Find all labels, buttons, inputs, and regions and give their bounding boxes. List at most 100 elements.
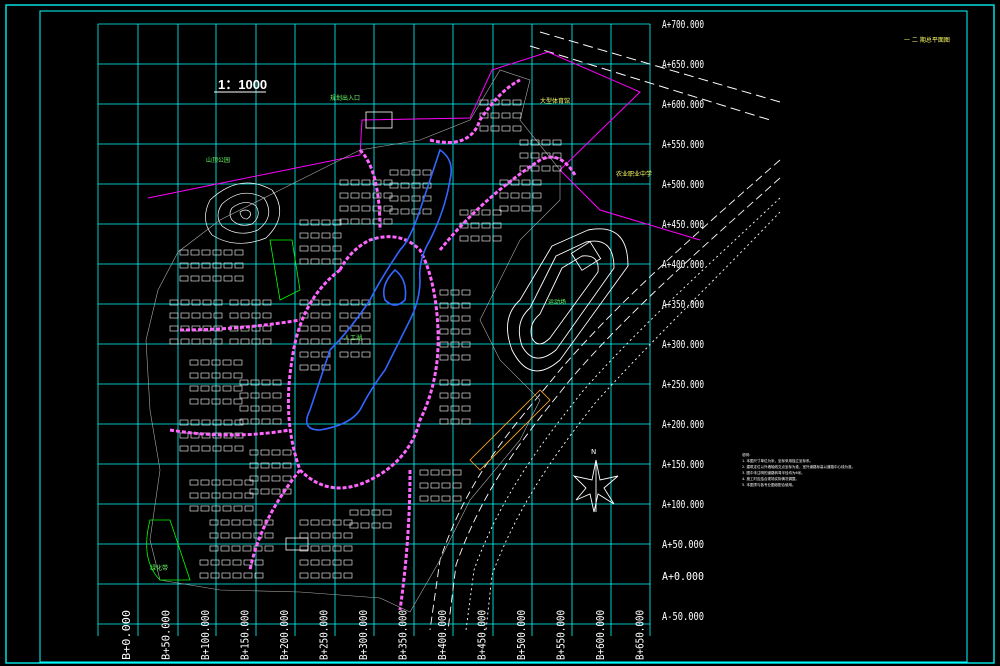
note-line: 5. 本图须与各专业图纸配合使用。 bbox=[742, 482, 795, 487]
building-footprint bbox=[299, 572, 309, 579]
building-footprint bbox=[321, 312, 331, 319]
b-axis-label: B+0.000 bbox=[120, 610, 133, 660]
building-footprint bbox=[253, 519, 263, 526]
building-footprint bbox=[264, 532, 274, 539]
scale-label: 1：1000 bbox=[218, 77, 267, 92]
building-footprint bbox=[240, 338, 250, 345]
building-footprint bbox=[169, 325, 179, 332]
drawing-notes: 说明：1. 本图尺寸单位为米，坐标采用独立坐标系。2. 建筑定位以外墙轴线交点坐… bbox=[742, 452, 855, 487]
building-footprint bbox=[189, 359, 199, 366]
building-footprint bbox=[339, 351, 349, 358]
running-track bbox=[507, 228, 629, 372]
building-footprint bbox=[233, 372, 243, 379]
building-footprint bbox=[189, 479, 199, 486]
a-axis-labels: A+700.000 A+650.000 A+600.000 A+550.000 A+50… bbox=[662, 18, 704, 623]
building-footprint bbox=[299, 325, 309, 332]
building-footprint bbox=[212, 445, 222, 452]
building-footprint bbox=[310, 351, 320, 358]
building-footprint bbox=[400, 208, 410, 215]
building-footprint bbox=[321, 545, 331, 552]
upper-road bbox=[529, 31, 781, 121]
building-footprint bbox=[461, 418, 471, 425]
building-footprint bbox=[220, 519, 230, 526]
lake bbox=[305, 148, 453, 431]
a-axis-label: A+600.000 bbox=[662, 98, 704, 111]
a-axis-label: A+200.000 bbox=[662, 418, 704, 431]
building-footprint bbox=[382, 522, 392, 529]
building-footprint bbox=[202, 312, 212, 319]
building-footprint bbox=[189, 505, 199, 512]
building-footprint bbox=[271, 475, 281, 482]
building-footprint bbox=[233, 505, 243, 512]
building-footprint bbox=[360, 522, 370, 529]
building-footprint bbox=[231, 545, 241, 552]
building-footprint bbox=[179, 445, 189, 452]
building-footprint bbox=[179, 432, 189, 439]
building-footprint bbox=[189, 492, 199, 499]
building-footprint bbox=[223, 275, 233, 282]
building-footprint bbox=[332, 519, 342, 526]
building-footprint bbox=[450, 405, 460, 412]
building-footprint bbox=[222, 372, 232, 379]
site-plan-drawing: A+700.000 A+650.000 A+600.000 A+550.000 A+50… bbox=[5, 4, 995, 664]
building-footprint bbox=[361, 351, 371, 358]
building-footprint bbox=[222, 359, 232, 366]
building-footprint bbox=[361, 205, 371, 212]
building-footprint bbox=[234, 249, 244, 256]
building-footprint bbox=[239, 392, 249, 399]
building-footprint bbox=[209, 545, 219, 552]
building-footprint bbox=[349, 522, 359, 529]
building-footprint bbox=[223, 249, 233, 256]
building-footprint bbox=[229, 312, 239, 319]
building-footprint bbox=[200, 398, 210, 405]
building-footprint bbox=[459, 209, 469, 216]
right-road bbox=[429, 159, 781, 631]
building-footprint bbox=[233, 359, 243, 366]
building-footprint bbox=[450, 354, 460, 361]
b-axis-label: B+150.000 bbox=[239, 610, 252, 660]
building-footprint bbox=[310, 572, 320, 579]
b-axis-label: B+500.000 bbox=[515, 610, 528, 660]
b-axis-label: B+400.000 bbox=[436, 610, 449, 660]
building-footprint bbox=[201, 445, 211, 452]
building-footprint bbox=[234, 275, 244, 282]
a-axis-label: A+100.000 bbox=[662, 498, 704, 511]
building-footprint bbox=[199, 559, 209, 566]
building-footprint bbox=[430, 482, 440, 489]
building-footprint bbox=[411, 195, 421, 202]
building-footprint bbox=[310, 312, 320, 319]
ring-road bbox=[169, 78, 577, 611]
building-footprint bbox=[461, 289, 471, 296]
building-footprint bbox=[441, 482, 451, 489]
building-footprint bbox=[310, 325, 320, 332]
building-footprint bbox=[343, 559, 353, 566]
building-footprint bbox=[310, 338, 320, 345]
building-footprint bbox=[189, 385, 199, 392]
building-footprint bbox=[430, 469, 440, 476]
annotation-hill: 山顶公园 bbox=[206, 156, 230, 164]
annotation-lake: 人工湖 bbox=[344, 334, 362, 342]
building-footprint bbox=[200, 505, 210, 512]
b-axis-label: B+450.000 bbox=[476, 610, 489, 660]
building-footprint bbox=[200, 385, 210, 392]
building-footprint bbox=[439, 328, 449, 335]
building-footprint bbox=[492, 235, 502, 242]
building-footprint bbox=[452, 469, 462, 476]
a-axis-label: A-50.000 bbox=[662, 610, 704, 623]
building-footprint bbox=[240, 312, 250, 319]
building-footprint bbox=[430, 495, 440, 502]
building-footprint bbox=[461, 341, 471, 348]
building-footprint bbox=[191, 338, 201, 345]
building-footprint bbox=[343, 572, 353, 579]
building-footprint bbox=[249, 449, 259, 456]
b-axis-label: B+250.000 bbox=[318, 610, 331, 660]
building-footprint bbox=[339, 205, 349, 212]
building-footprint bbox=[234, 445, 244, 452]
title-block-label: 一 二 期总平面图 bbox=[904, 36, 950, 44]
building-footprint bbox=[461, 315, 471, 322]
note-line: 4. 施工时应结合现场实际情况调整。 bbox=[742, 476, 799, 481]
building-footprint bbox=[332, 258, 342, 265]
building-footprint bbox=[220, 545, 230, 552]
b-axis-label: B+600.000 bbox=[594, 610, 607, 660]
annotation-school: 大型体育馆 bbox=[540, 97, 570, 105]
